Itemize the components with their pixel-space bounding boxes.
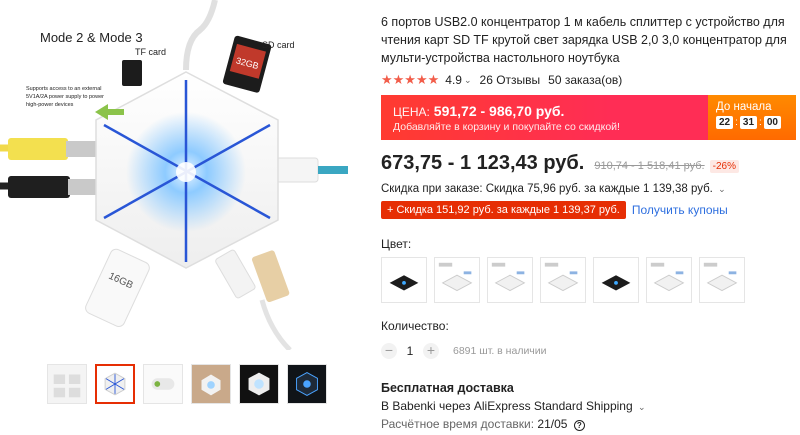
thumbnail-6[interactable] [287,364,327,404]
reviews-link[interactable]: 26 Отзывы [480,73,541,87]
price-row: 673,75 - 1 123,43 руб. 910,74 - 1 518,41… [381,152,796,175]
support-note-1: Supports access to an external [26,86,102,92]
orders-count: 50 заказа(ов) [548,73,623,87]
rating-row: ★★★★★ 4.9 ⌄ 26 Отзывы 50 заказа(ов) [381,72,796,88]
store-discount-line[interactable]: Скидка при заказе: Скидка 75,96 руб. за … [381,183,796,195]
store-discount-text: Скидка при заказе: Скидка 75,96 руб. за … [381,183,713,195]
shipping-method-text: В Babenki через AliExpress Standard Ship… [381,399,633,413]
thumbnail-5[interactable] [239,364,279,404]
coupon-row: + Скидка 151,92 руб. за каждые 1 139,37 … [381,201,796,219]
star-rating-icon: ★★★★★ [381,72,440,87]
countdown-label: До начала [716,101,772,113]
color-swatch-white-4[interactable] [646,257,692,303]
thumbnail-2-selected[interactable] [95,364,135,404]
sale-banner: ЦЕНА: 591,72 - 986,70 руб. Добавляйте в … [381,95,796,140]
color-label: Цвет: [381,237,412,251]
rating-value[interactable]: 4.9 [445,73,462,87]
thumbnail-3[interactable] [143,364,183,404]
timer-minutes: 31 [739,116,758,129]
quantity-value[interactable]: 1 [397,344,423,358]
help-icon[interactable]: ? [573,420,585,431]
main-product-image[interactable]: 32GB 16GB Mode 2 & Mode 3 TF card SD car… [0,0,372,350]
chevron-down-icon[interactable]: ⌄ [464,75,472,86]
color-swatches [381,257,796,303]
hub-illustration: 32GB 16GB Mode 2 & Mode 3 TF card SD car… [0,0,348,350]
delivery-estimate: Расчётное время доставки: 21/05 ? [381,417,796,431]
sale-price-block: ЦЕНА: 591,72 - 986,70 руб. Добавляйте в … [381,95,708,140]
color-swatch-black-1[interactable] [381,257,427,303]
color-swatch-white-1[interactable] [434,257,480,303]
get-coupons-link[interactable]: Получить купоны [632,203,728,217]
chevron-down-icon[interactable]: ⌄ [638,402,646,412]
color-swatch-white-3[interactable] [540,257,586,303]
color-swatch-white-2[interactable] [487,257,533,303]
delivery-estimate-label: Расчётное время доставки: [381,417,535,431]
quantity-stepper: − 1 + 6891 шт. в наличии [381,343,796,359]
countdown-block: До начала 22 : 31 : 00 [708,95,796,140]
color-swatch-white-5[interactable] [699,257,745,303]
discount-badge: -26% [709,160,739,173]
support-note-2: 5V1A/2A power supply to power [26,94,104,100]
support-note-3: high-power devices [26,102,74,108]
sale-subtitle: Добавляйте в корзину и покупайте со скид… [393,121,620,133]
mode-label: Mode 2 & Mode 3 [40,30,143,45]
shipping-title: Бесплатная доставка [381,381,514,395]
product-title: 6 портов USB2.0 концентратор 1 м кабель … [381,15,787,65]
shipping-method[interactable]: В Babenki через AliExpress Standard Ship… [381,399,796,413]
timer-hours: 22 [716,116,734,129]
timer-seconds: 00 [763,116,781,129]
quantity-increase-button[interactable]: + [423,343,439,359]
color-swatch-black-2[interactable] [593,257,639,303]
thumbnail-1[interactable] [47,364,87,404]
sale-price-range: 591,72 - 986,70 руб. [433,103,565,119]
sd-card-label: SD card [262,40,295,50]
thumbnail-4[interactable] [191,364,231,404]
coupon-badge: + Скидка 151,92 руб. за каждые 1 139,37 … [381,201,626,219]
sale-price-label: ЦЕНА: [393,105,430,119]
product-gallery: 32GB 16GB Mode 2 & Mode 3 TF card SD car… [0,0,372,435]
tf-card-label: TF card [135,47,166,57]
old-price: 910,74 - 1 518,41 руб. [594,160,705,172]
stock-count: 6891 шт. в наличии [453,345,547,357]
quantity-decrease-button[interactable]: − [381,343,397,359]
quantity-label: Количество: [381,319,449,333]
chevron-down-icon[interactable]: ⌄ [718,184,726,194]
product-info: 6 портов USB2.0 концентратор 1 м кабель … [381,0,796,431]
countdown-timer: 22 : 31 : 00 [716,116,796,129]
current-price: 673,75 - 1 123,43 руб. [381,152,585,174]
thumbnail-strip [47,364,327,404]
delivery-estimate-date: 21/05 [537,417,568,431]
